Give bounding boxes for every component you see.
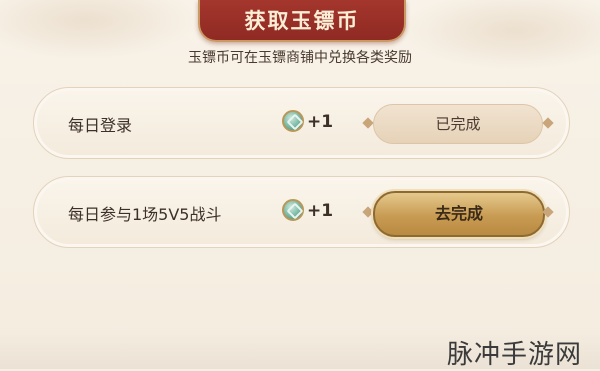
completed-button[interactable]: 已完成: [373, 104, 543, 144]
diamond-ornament-icon: [362, 206, 374, 218]
go-complete-button[interactable]: 去完成: [373, 191, 545, 237]
task-label: 每日登录: [68, 116, 133, 135]
task-row-daily-battle: 每日参与1场5V5战斗 +1 去完成: [33, 176, 570, 248]
jade-coin-icon: [282, 110, 304, 132]
task-row-daily-login: 每日登录 +1 已完成: [33, 87, 570, 159]
diamond-ornament-icon: [542, 117, 554, 129]
site-watermark: 脉冲手游网: [446, 340, 582, 370]
diamond-ornament-icon: [362, 117, 374, 129]
description-text: 玉镖币可在玉镖商铺中兑换各类奖励: [188, 50, 412, 66]
page-title: 获取玉镖币: [244, 8, 360, 33]
jade-coin-icon: [282, 199, 304, 221]
reward-amount: +1: [307, 112, 334, 132]
task-label: 每日参与1场5V5战斗: [68, 205, 222, 224]
title-banner: 获取玉镖币: [198, 0, 406, 42]
reward-amount: +1: [307, 201, 334, 221]
reward-panel: 获取玉镖币 玉镖币可在玉镖商铺中兑换各类奖励 每日登录 +1 已完成 每日参与1…: [0, 0, 600, 370]
